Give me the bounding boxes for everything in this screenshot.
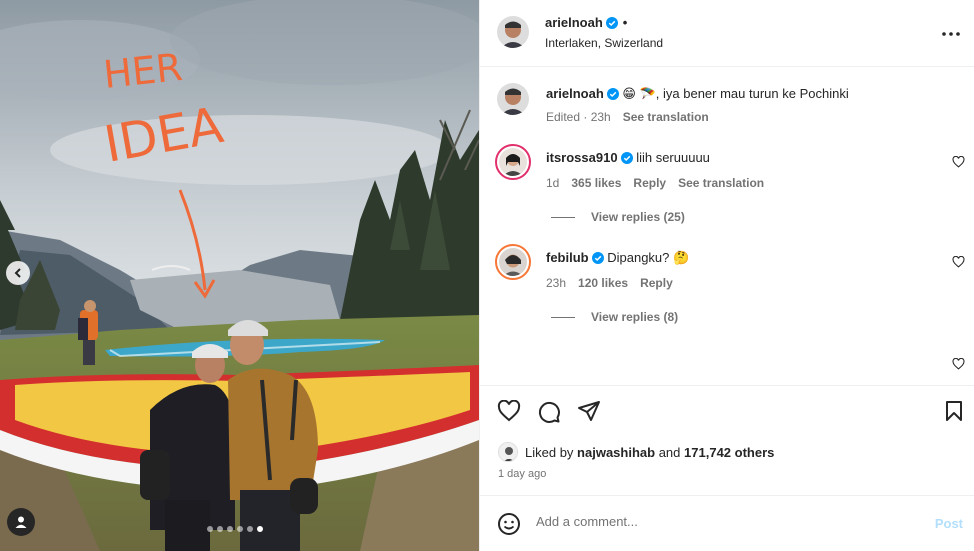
avatar-image — [497, 16, 529, 48]
caption-emoji: 😁 🪂 — [622, 86, 656, 101]
see-translation-link[interactable]: See translation — [623, 110, 709, 124]
emoji-smile-icon[interactable] — [497, 512, 521, 536]
avatar-image — [499, 443, 517, 461]
replies-line — [551, 216, 575, 218]
separator-dot: • — [622, 15, 628, 30]
post-comment-button[interactable]: Post — [935, 516, 963, 531]
avatar-image — [499, 148, 527, 176]
commenter-username[interactable]: febilub — [546, 250, 589, 265]
view-replies-button[interactable]: View replies (8) — [551, 310, 678, 324]
share-send-icon[interactable] — [577, 400, 601, 422]
caption-text-row: arielnoah 😁 🪂, iya bener mau turun ke Po… — [546, 86, 849, 102]
liker-avatar — [498, 442, 518, 462]
photo-scene: HER IDEA — [0, 0, 479, 551]
author-name-row: arielnoah • — [545, 15, 627, 30]
comment-age: 23h — [546, 276, 567, 290]
likes-and: and — [658, 444, 681, 460]
post-location[interactable]: Interlaken, Swizerland — [545, 36, 663, 50]
carousel-dot — [227, 526, 233, 532]
handwriting-her: HER — [101, 45, 184, 97]
edited-label: Edited · 23h — [546, 110, 611, 124]
view-replies-button[interactable]: View replies (25) — [551, 210, 685, 224]
comment-likes[interactable]: 365 likes — [571, 176, 621, 190]
like-comment-heart-icon[interactable] — [952, 358, 965, 370]
carousel-dot — [217, 526, 223, 532]
avatar-image — [497, 83, 529, 115]
verified-badge-icon — [620, 152, 633, 164]
author-username[interactable]: arielnoah — [545, 15, 603, 30]
likes-summary[interactable]: Liked by najwashihab and 171,742 others — [498, 442, 774, 462]
more-options-button[interactable] — [942, 24, 960, 39]
author-avatar[interactable] — [497, 16, 529, 48]
commenter-avatar[interactable] — [495, 244, 531, 280]
likes-others[interactable]: 171,742 others — [684, 445, 774, 460]
carousel-dot — [207, 526, 213, 532]
caption-author-username[interactable]: arielnoah — [546, 86, 604, 101]
save-bookmark-icon[interactable] — [944, 400, 964, 422]
view-replies-label: View replies (25) — [591, 210, 685, 224]
add-comment-input[interactable] — [536, 514, 916, 529]
comment-text-row: itsrossa910 liih seruuuuu — [546, 150, 710, 165]
carousel-dot — [247, 526, 253, 532]
carousel-indicator — [207, 526, 263, 532]
carousel-dot — [237, 526, 243, 532]
more-horizontal-icon — [942, 32, 960, 36]
add-comment-bar: Post — [480, 495, 974, 551]
view-replies-label: View replies (8) — [591, 310, 679, 324]
chevron-left-icon — [14, 268, 21, 278]
comment-text-row: febilub Dipangku? 🤔 — [546, 250, 689, 266]
comment-age: 1d — [546, 176, 560, 190]
post-photo: HER IDEA — [0, 0, 479, 551]
verified-badge-icon — [591, 252, 604, 264]
tagged-users-button[interactable] — [7, 508, 35, 536]
see-translation-link[interactable]: See translation — [678, 176, 764, 190]
caption-author-avatar[interactable] — [497, 83, 529, 115]
comment-body: liih seruuuuu — [636, 150, 710, 165]
comment-meta: 1d 365 likes Reply See translation — [546, 176, 764, 190]
replies-line — [551, 316, 575, 318]
like-heart-icon[interactable] — [497, 400, 521, 422]
reply-button[interactable]: Reply — [633, 176, 666, 190]
carousel-prev-button[interactable] — [6, 261, 30, 285]
liker-username[interactable]: najwashihab — [577, 445, 655, 460]
like-comment-heart-icon[interactable] — [952, 156, 965, 168]
post-actions: Liked by najwashihab and 171,742 others … — [480, 385, 974, 495]
verified-badge-icon — [605, 16, 618, 29]
carousel-dot-active — [257, 526, 263, 532]
caption-meta: Edited · 23h See translation — [546, 110, 709, 124]
like-comment-heart-icon[interactable] — [952, 256, 965, 268]
comment-emoji: 🤔 — [673, 250, 690, 265]
avatar-image — [499, 248, 527, 276]
caption-body: , iya bener mau turun ke Pochinki — [655, 86, 849, 101]
comment-likes[interactable]: 120 likes — [578, 276, 628, 290]
post-date: 1 day ago — [498, 468, 547, 480]
commenter-avatar[interactable] — [495, 144, 531, 180]
verified-badge-icon — [606, 88, 619, 100]
caption-age: 23h — [590, 110, 611, 124]
post-header: arielnoah • Interlaken, Swizerland — [480, 0, 974, 67]
comment-meta: 23h 120 likes Reply — [546, 276, 673, 290]
commenter-username[interactable]: itsrossa910 — [546, 150, 618, 165]
post-side-panel: arielnoah • Interlaken, Swizerland ariel… — [479, 0, 974, 551]
comment-bubble-icon[interactable] — [537, 400, 561, 424]
liked-by-label: Liked by — [525, 444, 574, 460]
reply-button[interactable]: Reply — [640, 276, 673, 290]
comment-body: Dipangku? — [607, 250, 670, 265]
user-icon — [15, 516, 27, 528]
edited-text: Edited — [546, 110, 581, 124]
comments-list[interactable]: arielnoah 😁 🪂, iya bener mau turun ke Po… — [480, 68, 974, 384]
